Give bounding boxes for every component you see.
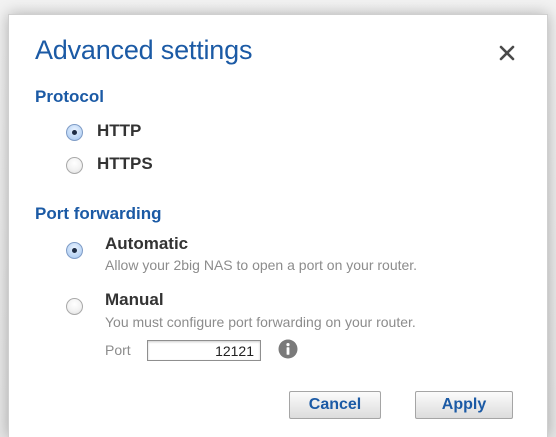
port-forwarding-heading: Port forwarding bbox=[35, 204, 162, 223]
port-input[interactable] bbox=[147, 340, 261, 361]
option-label-manual[interactable]: Manual bbox=[105, 290, 164, 310]
radio-https[interactable] bbox=[66, 157, 83, 174]
option-label-automatic[interactable]: Automatic bbox=[105, 234, 188, 254]
manual-description: You must configure port forwarding on yo… bbox=[105, 314, 416, 330]
radio-manual[interactable] bbox=[66, 298, 83, 315]
port-label: Port bbox=[105, 342, 131, 358]
dialog-title: Advanced settings bbox=[35, 35, 253, 65]
automatic-description: Allow your 2big NAS to open a port on yo… bbox=[105, 257, 418, 273]
apply-button[interactable]: Apply bbox=[415, 391, 513, 419]
radio-http[interactable] bbox=[66, 124, 83, 141]
option-label-https[interactable]: HTTPS bbox=[97, 154, 153, 174]
info-icon[interactable] bbox=[278, 339, 298, 359]
advanced-settings-dialog: Advanced settings Protocol HTTP HTTPS Po… bbox=[8, 14, 548, 437]
protocol-heading: Protocol bbox=[35, 87, 104, 106]
cancel-button[interactable]: Cancel bbox=[289, 391, 381, 419]
option-label-http[interactable]: HTTP bbox=[97, 121, 141, 141]
close-icon[interactable] bbox=[493, 39, 521, 67]
radio-automatic[interactable] bbox=[66, 242, 83, 259]
